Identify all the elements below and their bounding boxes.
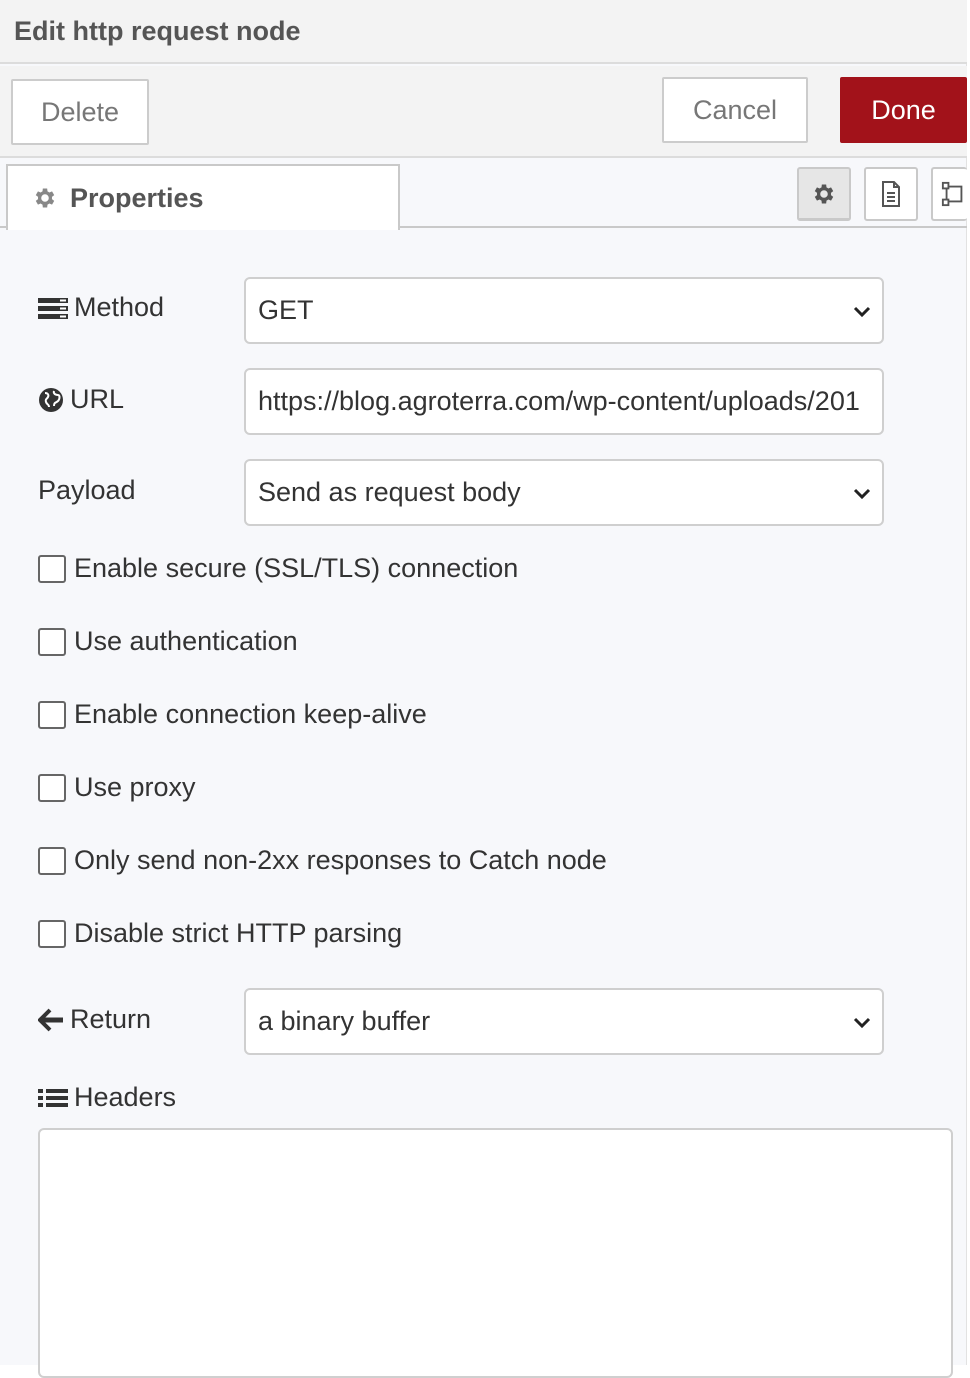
cancel-button[interactable]: Cancel <box>662 77 808 143</box>
strict-http-parsing-checkbox-row[interactable]: Disable strict HTTP parsing <box>38 918 402 949</box>
tray-header: Edit http request node <box>0 0 967 64</box>
use-proxy-checkbox[interactable] <box>38 773 66 802</box>
appearance-icon <box>941 181 963 207</box>
delete-button[interactable]: Delete <box>11 79 149 145</box>
strict-http-parsing-label: Disable strict HTTP parsing <box>74 918 403 948</box>
strict-http-parsing-checkbox[interactable] <box>38 919 66 948</box>
keep-alive-checkbox-row[interactable]: Enable connection keep-alive <box>38 699 427 730</box>
use-authentication-checkbox[interactable] <box>38 627 66 656</box>
keep-alive-checkbox[interactable] <box>38 700 66 729</box>
tab-properties-label: Properties <box>70 182 204 213</box>
non-2xx-catch-label: Only send non-2xx responses to Catch nod… <box>74 845 607 875</box>
use-proxy-label: Use proxy <box>74 772 196 802</box>
method-select-value: GET <box>258 295 314 325</box>
url-label-text: URL <box>70 384 125 414</box>
gear-icon <box>35 188 55 208</box>
tab-bar: Properties <box>0 160 967 230</box>
tab-description-icon-button[interactable] <box>864 167 918 221</box>
description-icon <box>882 181 900 207</box>
keep-alive-label: Enable connection keep-alive <box>74 699 427 729</box>
arrow-left-icon <box>38 1008 63 1031</box>
done-button[interactable]: Done <box>840 77 967 143</box>
method-label-text: Method <box>74 292 165 322</box>
gear-icon <box>814 183 834 204</box>
chevron-down-icon <box>853 1017 871 1029</box>
list-icon <box>38 297 68 319</box>
use-proxy-checkbox-row[interactable]: Use proxy <box>38 772 196 803</box>
payload-label-text: Payload <box>38 475 136 505</box>
tab-properties-icon-button[interactable] <box>797 167 851 221</box>
return-select[interactable]: a binary buffer <box>244 988 884 1055</box>
method-select[interactable]: GET <box>244 277 884 344</box>
tray-title: Edit http request node <box>14 15 301 46</box>
use-authentication-checkbox-row[interactable]: Use authentication <box>38 626 298 657</box>
payload-label: Payload <box>38 475 136 506</box>
chevron-down-icon <box>853 306 871 318</box>
headers-label-text: Headers <box>74 1082 177 1112</box>
list-icon <box>38 1088 68 1107</box>
edit-tray: Edit http request node Delete Cancel Don… <box>0 0 967 1378</box>
ssl-tls-checkbox-row[interactable]: Enable secure (SSL/TLS) connection <box>38 553 518 584</box>
return-label-text: Return <box>70 1004 152 1034</box>
ssl-tls-checkbox[interactable] <box>38 554 66 583</box>
headers-label: Headers <box>38 1082 176 1113</box>
chevron-down-icon <box>853 488 871 500</box>
return-label: Return <box>38 1004 151 1035</box>
globe-icon <box>39 387 63 412</box>
tab-properties[interactable]: Properties <box>6 164 400 230</box>
method-label: Method <box>38 292 164 323</box>
url-label: URL <box>38 384 124 415</box>
tray-toolbar: Delete Cancel Done <box>0 66 967 158</box>
url-input[interactable]: https://blog.agroterra.com/wp-content/up… <box>244 368 884 435</box>
use-authentication-label: Use authentication <box>74 626 298 656</box>
non-2xx-catch-checkbox-row[interactable]: Only send non-2xx responses to Catch nod… <box>38 845 607 876</box>
non-2xx-catch-checkbox[interactable] <box>38 846 66 875</box>
url-input-value: https://blog.agroterra.com/wp-content/up… <box>258 386 860 416</box>
return-select-value: a binary buffer <box>258 1006 431 1036</box>
payload-select[interactable]: Send as request body <box>244 459 884 526</box>
tab-appearance-icon-button[interactable] <box>931 167 967 221</box>
headers-list[interactable] <box>38 1128 953 1378</box>
ssl-tls-label: Enable secure (SSL/TLS) connection <box>74 553 519 583</box>
payload-select-value: Send as request body <box>258 477 521 507</box>
